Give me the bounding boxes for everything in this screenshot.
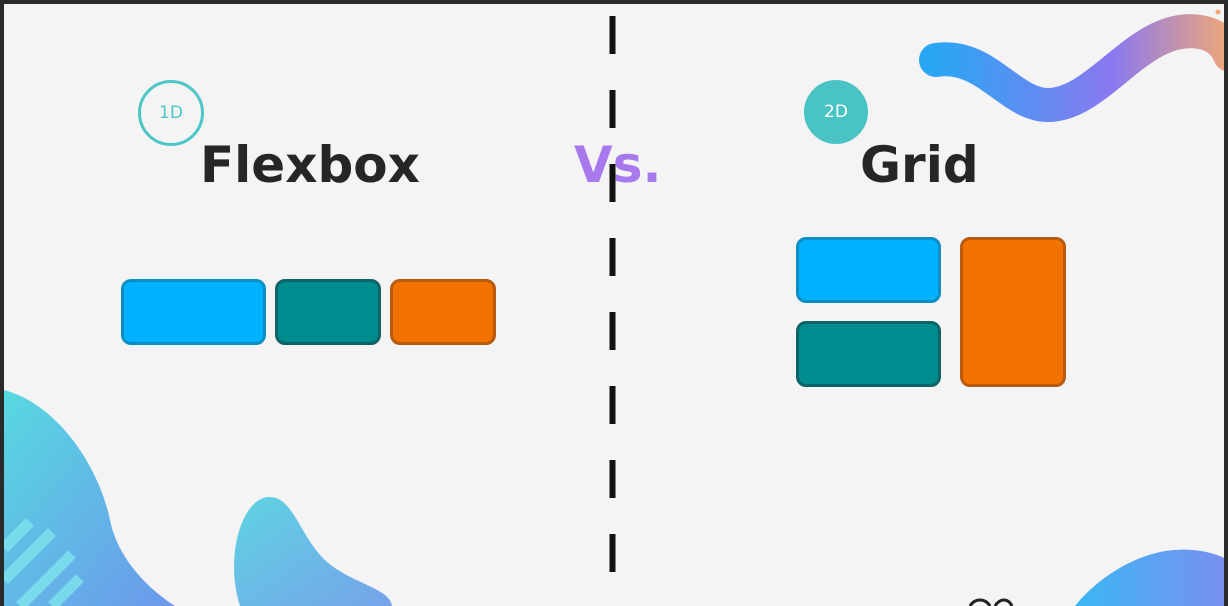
grid-box-teal [796,321,941,387]
dot-top-right [1215,9,1221,15]
badge-2d-label: 2D [824,102,848,122]
stripes [4,518,84,606]
flexbox-title: Flexbox [200,136,420,194]
badge-1d: 1D [138,80,204,146]
grid-box-orange [960,237,1066,387]
blob-bottom-left [4,390,175,606]
slide: 1D Flexbox Vs. 2D Grid [4,4,1224,606]
grid-box-blue [796,237,941,303]
blob-bottom-center [234,496,392,606]
flex-box-teal [275,279,381,345]
badge-1d-label: 1D [159,103,183,123]
wave-ribbon [919,14,1224,123]
versus-text: Vs. [574,136,662,194]
badge-2d: 2D [804,80,868,144]
flex-box-orange [390,279,496,345]
squiggle-bottom [968,598,1014,606]
dashed-divider [609,4,616,606]
blob-bottom-right [1075,549,1224,606]
grid-title: Grid [860,136,979,194]
flex-box-blue [121,279,266,345]
